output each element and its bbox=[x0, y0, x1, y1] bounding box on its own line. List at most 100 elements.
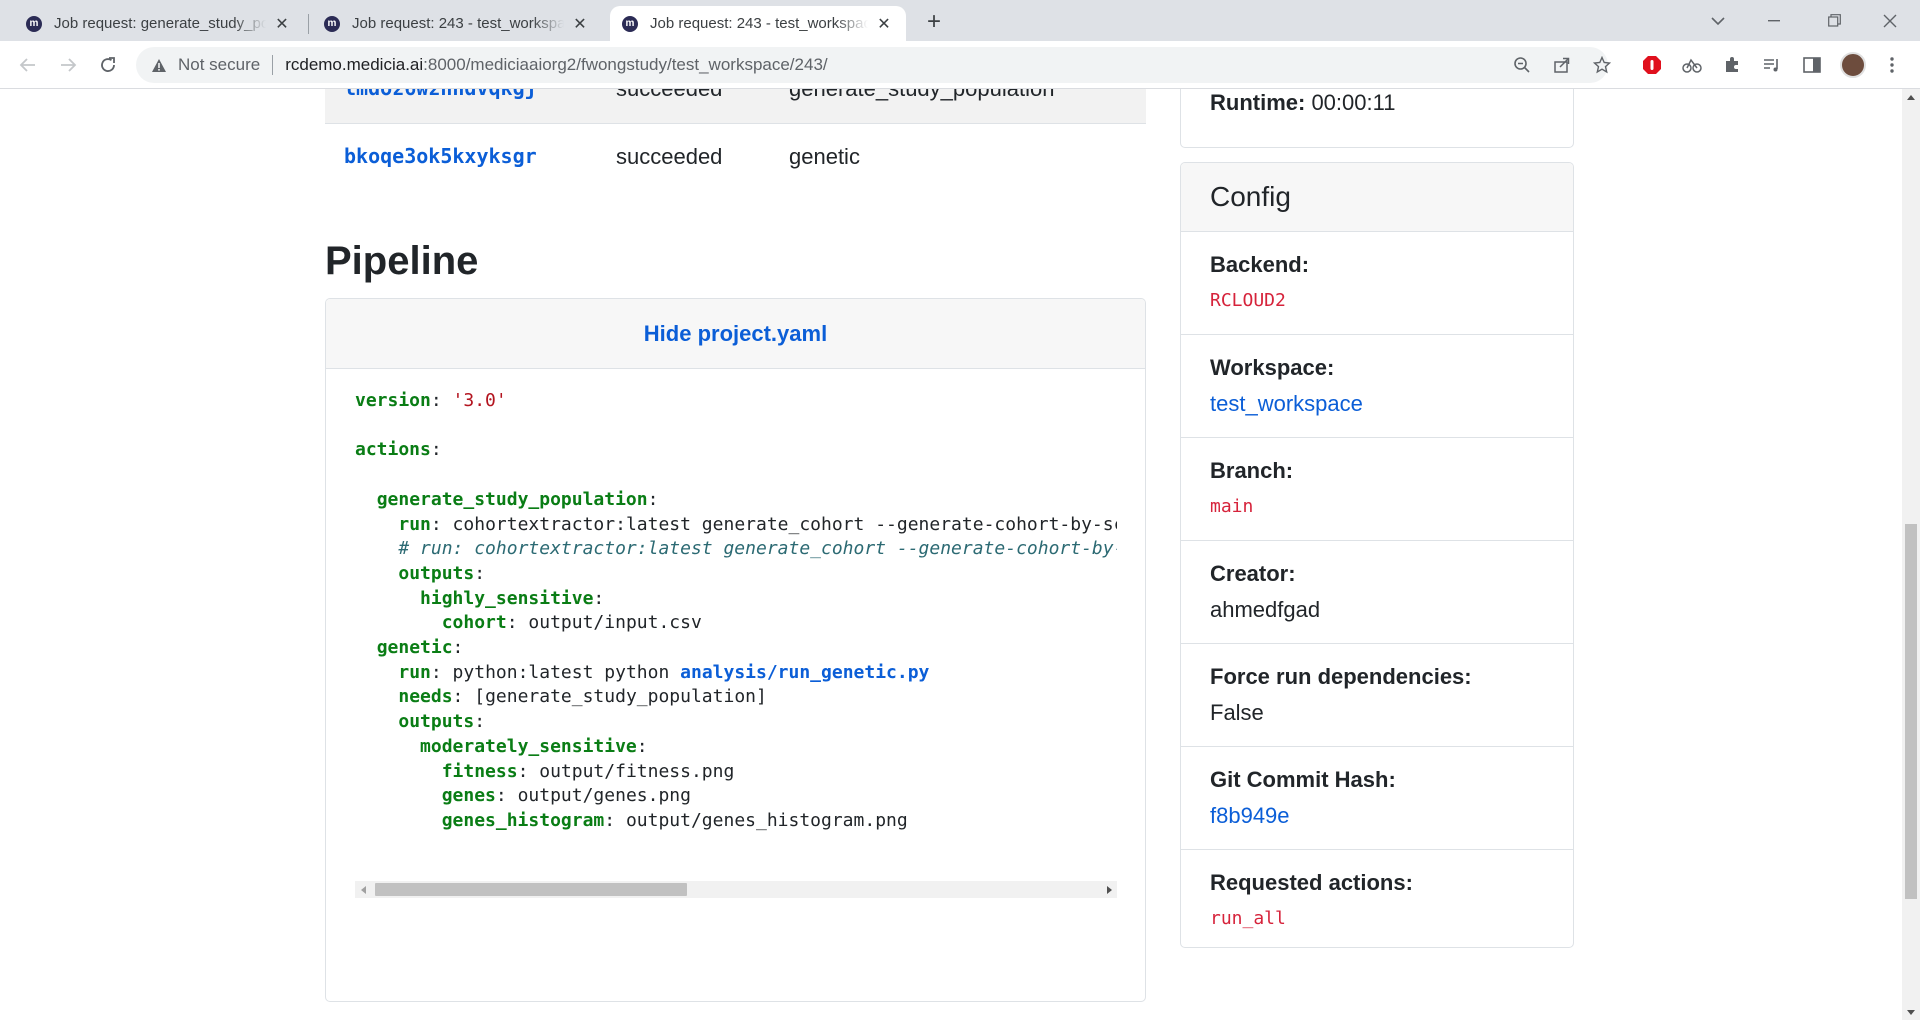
yaml-comment: # run: cohortextractor:latest generate_c… bbox=[398, 538, 1117, 560]
table-row: lmdoz6wzhhdvqkgj succeeded generate_stud… bbox=[325, 89, 1146, 124]
runtime-value: 00:00:11 bbox=[1305, 90, 1396, 115]
profile-avatar[interactable] bbox=[1840, 52, 1866, 78]
close-tab-icon[interactable]: ✕ bbox=[874, 14, 894, 34]
browser-tab-1[interactable]: m Job request: generate_study_pop ✕ bbox=[14, 6, 304, 41]
share-icon[interactable] bbox=[1546, 49, 1578, 81]
forward-arrow-icon[interactable] bbox=[52, 49, 84, 81]
pipeline-card-header: Hide project.yaml bbox=[326, 299, 1145, 369]
tab-title: Job request: generate_study_pop bbox=[54, 15, 266, 32]
restore-icon[interactable] bbox=[1806, 0, 1862, 41]
workspace-link[interactable]: test_workspace bbox=[1210, 391, 1363, 417]
new-tab-button[interactable]: + bbox=[918, 8, 950, 36]
scroll-up-arrow-icon[interactable] bbox=[1902, 89, 1920, 106]
scroll-down-arrow-icon[interactable] bbox=[1902, 1003, 1920, 1020]
scrollbar-thumb[interactable] bbox=[375, 883, 687, 896]
runtime-card: Runtime: 00:00:11 bbox=[1180, 89, 1574, 148]
config-value: False bbox=[1210, 700, 1264, 725]
medicia-favicon-icon: m bbox=[324, 15, 340, 32]
config-workspace: Workspace: test_workspace bbox=[1181, 335, 1573, 438]
hide-project-yaml-link[interactable]: Hide project.yaml bbox=[644, 321, 827, 347]
yaml-key: highly_sensitive bbox=[420, 587, 594, 609]
pipeline-card: Hide project.yaml version: '3.0' actions… bbox=[325, 298, 1146, 1002]
tab-search-icon[interactable] bbox=[1690, 0, 1746, 41]
jobs-table: lmdoz6wzhhdvqkgj succeeded generate_stud… bbox=[325, 89, 1146, 195]
config-value: main bbox=[1210, 496, 1254, 517]
run-genetic-script-link[interactable]: analysis/run_genetic.py bbox=[680, 662, 929, 683]
page-vertical-scrollbar[interactable] bbox=[1902, 89, 1920, 1020]
medicia-favicon-icon: m bbox=[26, 15, 42, 32]
media-queue-icon[interactable] bbox=[1756, 49, 1788, 81]
scroll-right-arrow-icon[interactable] bbox=[1100, 881, 1117, 898]
extensions-puzzle-icon[interactable] bbox=[1716, 49, 1748, 81]
scrollbar-thumb[interactable] bbox=[1905, 524, 1917, 899]
side-panel-icon[interactable] bbox=[1796, 49, 1828, 81]
reload-icon[interactable] bbox=[92, 49, 124, 81]
yaml-key: version bbox=[355, 390, 431, 411]
close-tab-icon[interactable]: ✕ bbox=[272, 14, 292, 34]
address-bar[interactable]: Not secure rcdemo.medicia.ai:8000/medici… bbox=[136, 47, 1608, 83]
kebab-menu-icon[interactable] bbox=[1876, 49, 1908, 81]
runtime-row: Runtime: 00:00:11 bbox=[1210, 90, 1395, 116]
table-row: bkoqe3ok5kxyksgr succeeded genetic bbox=[325, 124, 1146, 195]
git-commit-link[interactable]: f8b949e bbox=[1210, 803, 1290, 829]
yaml-key: run bbox=[398, 513, 431, 535]
config-label: Branch: bbox=[1210, 458, 1294, 483]
config-value: ahmedfgad bbox=[1210, 597, 1321, 622]
medicia-favicon-icon: m bbox=[622, 15, 638, 32]
config-branch: Branch: main bbox=[1181, 438, 1573, 541]
yaml-key: actions bbox=[355, 439, 431, 461]
tab-separator bbox=[308, 14, 309, 34]
yaml-value: output/genes.png bbox=[506, 785, 691, 807]
omnibox-divider bbox=[272, 55, 274, 75]
yaml-key: genes bbox=[441, 785, 496, 807]
cycle-extension-icon[interactable] bbox=[1676, 49, 1708, 81]
yaml-key: outputs bbox=[398, 562, 475, 584]
config-title: Config bbox=[1181, 163, 1573, 232]
config-creator: Creator: ahmedfgad bbox=[1181, 541, 1573, 644]
job-action: genetic bbox=[789, 144, 860, 169]
close-window-icon[interactable] bbox=[1862, 0, 1918, 41]
config-git-commit: Git Commit Hash: f8b949e bbox=[1181, 747, 1573, 850]
pipeline-heading: Pipeline bbox=[325, 239, 479, 283]
scroll-left-arrow-icon[interactable] bbox=[355, 881, 372, 898]
zoom-icon[interactable] bbox=[1506, 49, 1538, 81]
job-id-link[interactable]: lmdoz6wzhhdvqkgj bbox=[344, 89, 537, 100]
yaml-string: '3.0' bbox=[452, 390, 507, 411]
browser-tab-bar: m Job request: generate_study_pop ✕ m Jo… bbox=[0, 0, 1920, 41]
config-requested-actions: Requested actions: run_all bbox=[1181, 850, 1573, 947]
tab-title: Job request: 243 - test_workspace bbox=[352, 15, 564, 32]
config-value: RCLOUD2 bbox=[1210, 290, 1286, 311]
yaml-action-name: generate_study_population bbox=[376, 488, 648, 510]
config-label: Creator: bbox=[1210, 561, 1296, 586]
yaml-value: [generate_study_population] bbox=[463, 686, 767, 708]
adblock-extension-icon[interactable] bbox=[1636, 49, 1668, 81]
yaml-key: outputs bbox=[398, 711, 475, 733]
close-tab-icon[interactable]: ✕ bbox=[570, 14, 590, 34]
job-id-link[interactable]: bkoqe3ok5kxyksgr bbox=[344, 144, 537, 168]
yaml-key: moderately_sensitive bbox=[420, 735, 637, 757]
code-horizontal-scrollbar[interactable] bbox=[355, 881, 1117, 898]
url-path: :8000/mediciaaiorg2/fwongstudy/test_work… bbox=[423, 55, 828, 74]
runtime-label: Runtime: bbox=[1210, 90, 1306, 115]
page-content: lmdoz6wzhhdvqkgj succeeded generate_stud… bbox=[0, 89, 1902, 1020]
minimize-icon[interactable] bbox=[1746, 0, 1802, 41]
browser-tab-3-active[interactable]: m Job request: 243 - test_workspace ✕ bbox=[610, 6, 906, 41]
job-status: succeeded bbox=[616, 144, 723, 169]
bookmark-star-icon[interactable] bbox=[1586, 49, 1618, 81]
yaml-value: output/input.csv bbox=[517, 612, 702, 634]
project-yaml-code[interactable]: version: '3.0' actions: generate_study_p… bbox=[355, 389, 1117, 871]
yaml-key: fitness bbox=[441, 760, 518, 782]
url-host: rcdemo.medicia.ai bbox=[285, 55, 424, 74]
browser-tab-2[interactable]: m Job request: 243 - test_workspace ✕ bbox=[312, 6, 602, 41]
warning-triangle-icon[interactable] bbox=[150, 56, 168, 74]
config-label: Workspace: bbox=[1210, 355, 1335, 380]
yaml-key: genes_histogram bbox=[441, 809, 605, 831]
config-label: Backend: bbox=[1210, 252, 1310, 277]
browser-toolbar: Not secure rcdemo.medicia.ai:8000/medici… bbox=[0, 41, 1920, 89]
yaml-key: cohort bbox=[441, 612, 507, 634]
job-action: generate_study_population bbox=[789, 89, 1054, 102]
back-arrow-icon[interactable] bbox=[12, 49, 44, 81]
security-status[interactable]: Not secure bbox=[178, 55, 260, 75]
yaml-value: cohortextractor:latest generate_cohort -… bbox=[441, 513, 1117, 535]
yaml-key: run bbox=[398, 661, 431, 683]
